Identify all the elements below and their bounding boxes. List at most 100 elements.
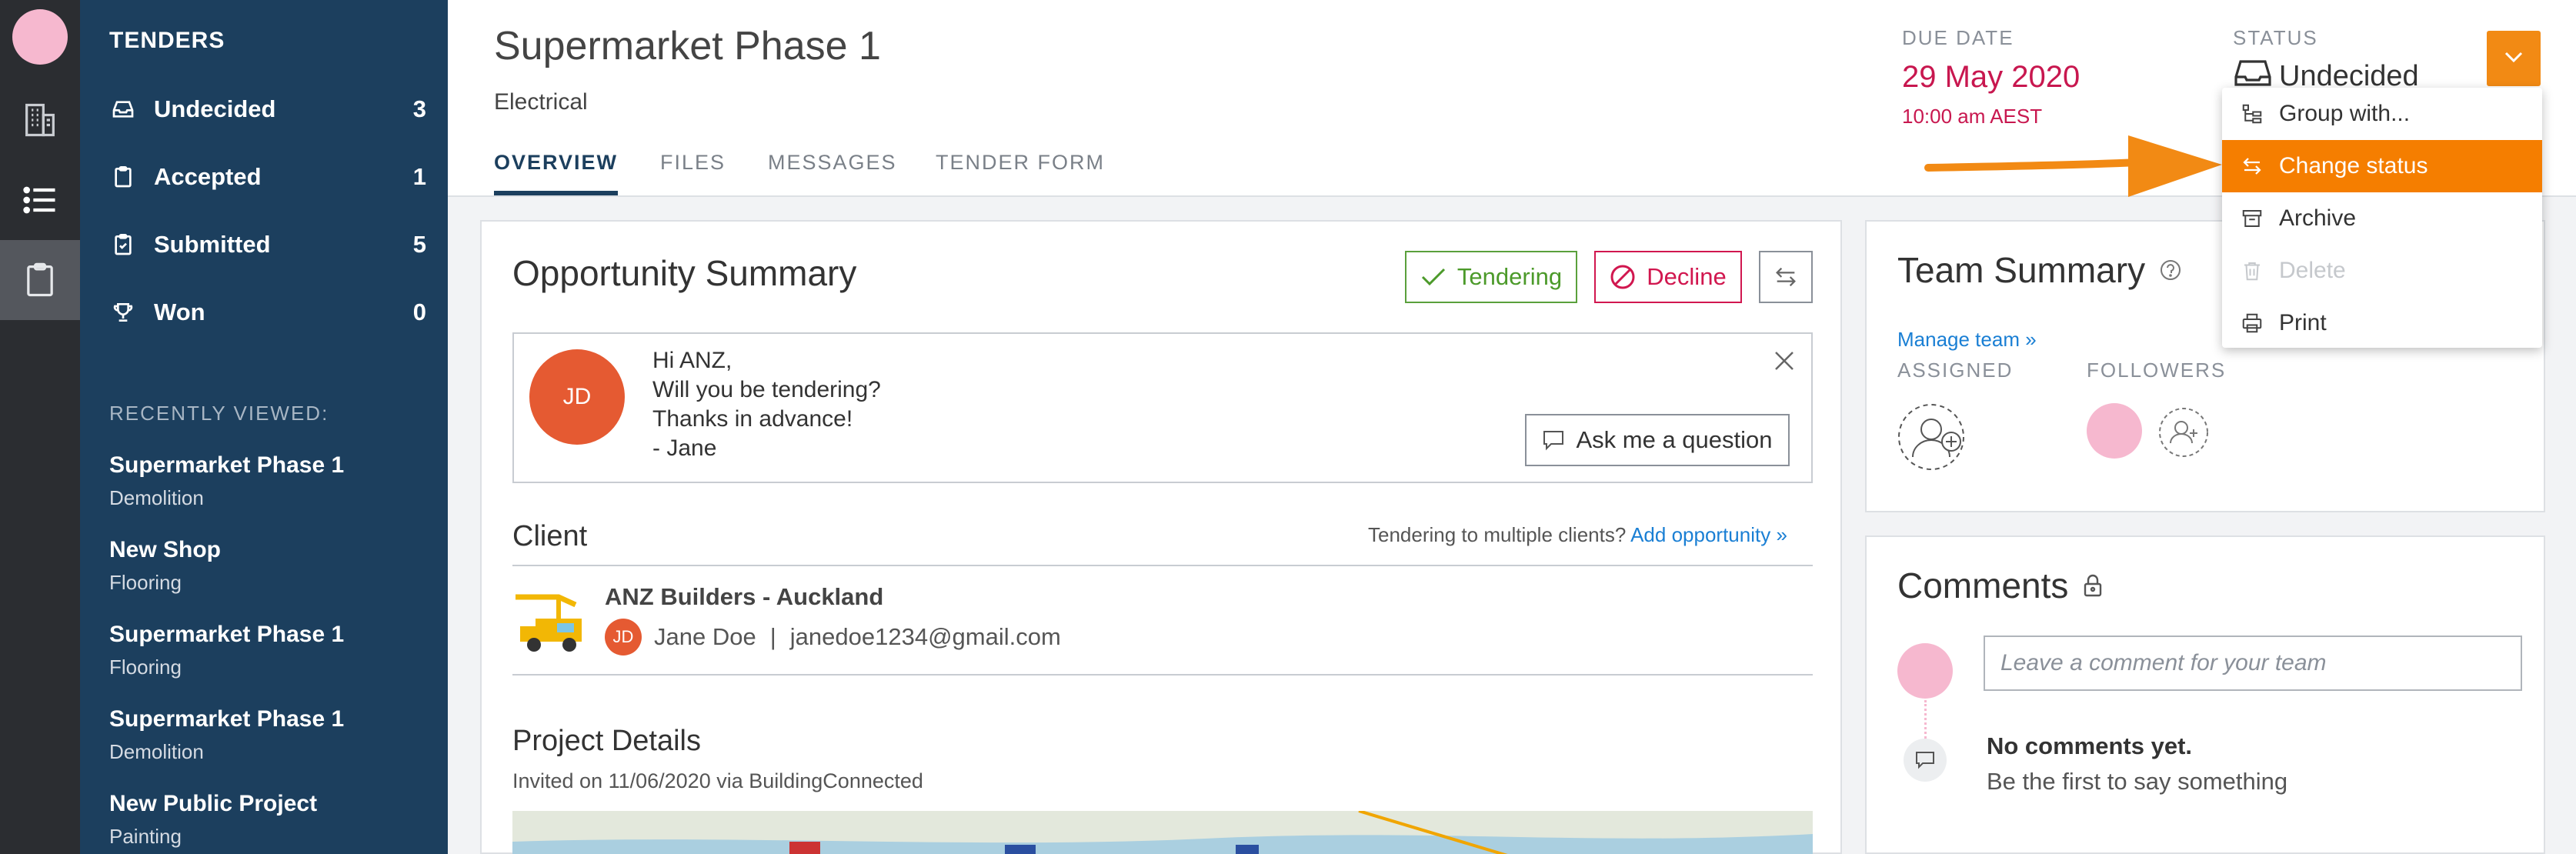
contact-email[interactable]: janedoe1234@gmail.com xyxy=(790,623,1061,651)
list-icon[interactable] xyxy=(0,160,80,240)
add-assignee-icon[interactable] xyxy=(1897,403,1971,476)
invited-note: Invited on 11/06/2020 via BuildingConnec… xyxy=(512,769,923,792)
recent-item[interactable]: Supermarket Phase 1 Demolition xyxy=(109,706,432,764)
recent-item-trade: Demolition xyxy=(109,740,204,763)
comments-card: Comments Leave a comment for your team N… xyxy=(1865,535,2545,854)
menu-item-label: Change status xyxy=(2279,153,2428,178)
tab-overview[interactable]: OVERVIEW xyxy=(494,151,619,195)
tab-tender-form[interactable]: TENDER FORM xyxy=(936,151,1105,195)
clipboard-icon xyxy=(109,163,137,191)
no-comments-subtitle: Be the first to say something xyxy=(1987,768,2288,795)
menu-item-change-status[interactable]: Change status xyxy=(2222,140,2542,192)
sidebar-item-label: Won xyxy=(154,299,205,325)
client-heading: Client xyxy=(512,520,588,552)
building-icon[interactable] xyxy=(0,80,80,160)
timeline-connector xyxy=(1924,700,1927,739)
multi-client-text: Tendering to multiple clients? xyxy=(1368,523,1627,546)
page-subtitle: Electrical xyxy=(494,89,588,115)
due-date: 29 May 2020 xyxy=(1902,60,2080,94)
sidebar-item-won[interactable]: Won 0 xyxy=(109,289,426,335)
recent-item-trade: Demolition xyxy=(109,486,204,509)
printer-icon xyxy=(2239,310,2265,336)
group-icon xyxy=(2239,101,2265,127)
team-summary-heading: Team Summary xyxy=(1897,250,2146,290)
add-follower-icon[interactable] xyxy=(2157,406,2210,462)
followers-label: FOLLOWERS xyxy=(2087,359,2227,382)
sidebar-item-count: 5 xyxy=(412,231,426,258)
sidebar-item-undecided[interactable]: Undecided 3 xyxy=(109,86,426,132)
tendering-label: Tendering xyxy=(1457,263,1563,290)
recent-item-title: Supermarket Phase 1 xyxy=(109,452,345,478)
manage-team-link[interactable]: Manage team » xyxy=(1897,328,2037,352)
client-message: JD Hi ANZ, Will you be tendering? Thanks… xyxy=(512,332,1813,483)
decline-label: Decline xyxy=(1647,263,1727,290)
trophy-icon xyxy=(109,299,137,326)
menu-item-label: Archive xyxy=(2279,205,2357,231)
clipboard-check-icon xyxy=(109,231,137,259)
recent-item-trade: Flooring xyxy=(109,656,182,679)
swap-icon xyxy=(2239,153,2265,179)
change-status-button[interactable] xyxy=(1759,251,1813,303)
menu-item-label: Group with... xyxy=(2279,101,2411,126)
recent-item[interactable]: New Shop Flooring xyxy=(109,537,432,595)
recent-item-title: New Public Project xyxy=(109,791,318,816)
project-map[interactable] xyxy=(512,811,1813,854)
page-title: Supermarket Phase 1 xyxy=(494,24,881,68)
user-avatar[interactable] xyxy=(12,9,68,65)
avatar: JD xyxy=(605,619,642,656)
menu-item-archive[interactable]: Archive xyxy=(2222,192,2542,245)
no-comments-title: No comments yet. xyxy=(1987,732,2193,759)
menu-item-label: Delete xyxy=(2279,258,2346,283)
sidebar-item-label: Submitted xyxy=(154,231,271,258)
tendering-button[interactable]: Tendering xyxy=(1405,251,1577,303)
sidebar-title: TENDERS xyxy=(109,28,225,53)
chevron-down-icon xyxy=(2504,51,2524,67)
menu-item-delete[interactable]: Delete xyxy=(2222,245,2542,297)
arrow-annotation xyxy=(1924,135,2222,197)
status-label: STATUS xyxy=(2233,26,2318,49)
block-icon xyxy=(1610,264,1636,290)
decline-button[interactable]: Decline xyxy=(1594,251,1742,303)
project-details-heading: Project Details xyxy=(512,725,701,757)
ask-question-button[interactable]: Ask me a question xyxy=(1525,414,1790,466)
trash-icon xyxy=(2239,258,2265,284)
avatar xyxy=(1897,643,1953,699)
client-contact: JD Jane Doe | janedoe1234@gmail.com xyxy=(605,619,1061,656)
tenders-sidebar: TENDERS Undecided 3 Accepted 1 Submitted… xyxy=(80,0,448,854)
add-opportunity-link[interactable]: Add opportunity » xyxy=(1630,523,1787,546)
tab-messages[interactable]: MESSAGES xyxy=(768,151,897,195)
opportunity-card: Opportunity Summary Tendering Decline JD… xyxy=(480,220,1842,854)
client-logo xyxy=(512,588,586,656)
clipboard-icon[interactable] xyxy=(0,240,80,320)
sidebar-item-count: 1 xyxy=(412,163,426,190)
sidebar-item-count: 0 xyxy=(412,299,426,325)
divider xyxy=(512,565,1813,566)
sidebar-item-label: Undecided xyxy=(154,95,276,122)
sidebar-item-submitted[interactable]: Submitted 5 xyxy=(109,222,426,268)
opportunity-title: Opportunity Summary xyxy=(512,253,857,293)
menu-item-group-with[interactable]: Group with... xyxy=(2222,88,2542,140)
comment-input[interactable]: Leave a comment for your team xyxy=(1984,635,2522,691)
comment-icon xyxy=(1904,739,1947,782)
comment-placeholder: Leave a comment for your team xyxy=(2000,650,2327,676)
close-icon[interactable] xyxy=(1773,349,1796,376)
check-icon xyxy=(1420,267,1446,287)
message-line: Hi ANZ, xyxy=(652,348,732,373)
help-icon[interactable] xyxy=(2159,259,2182,282)
sidebar-item-accepted[interactable]: Accepted 1 xyxy=(109,154,426,200)
sidebar-item-label: Accepted xyxy=(154,163,262,190)
sidebar-item-count: 3 xyxy=(412,95,426,122)
swap-icon xyxy=(1773,264,1799,290)
recent-item-title: Supermarket Phase 1 xyxy=(109,622,345,647)
recent-item[interactable]: Supermarket Phase 1 Demolition xyxy=(109,452,432,510)
menu-item-print[interactable]: Print xyxy=(2222,297,2542,349)
assigned-label: ASSIGNED xyxy=(1897,359,2014,382)
recent-item-title: New Shop xyxy=(109,537,222,562)
status-dropdown-button[interactable] xyxy=(2487,31,2541,86)
avatar: JD xyxy=(529,349,625,445)
due-time: 10:00 am AEST xyxy=(1902,105,2043,128)
recent-item[interactable]: Supermarket Phase 1 Flooring xyxy=(109,622,432,679)
tab-files[interactable]: FILES xyxy=(660,151,726,195)
chat-icon xyxy=(1542,429,1565,451)
recent-item[interactable]: New Public Project Painting xyxy=(109,791,432,849)
